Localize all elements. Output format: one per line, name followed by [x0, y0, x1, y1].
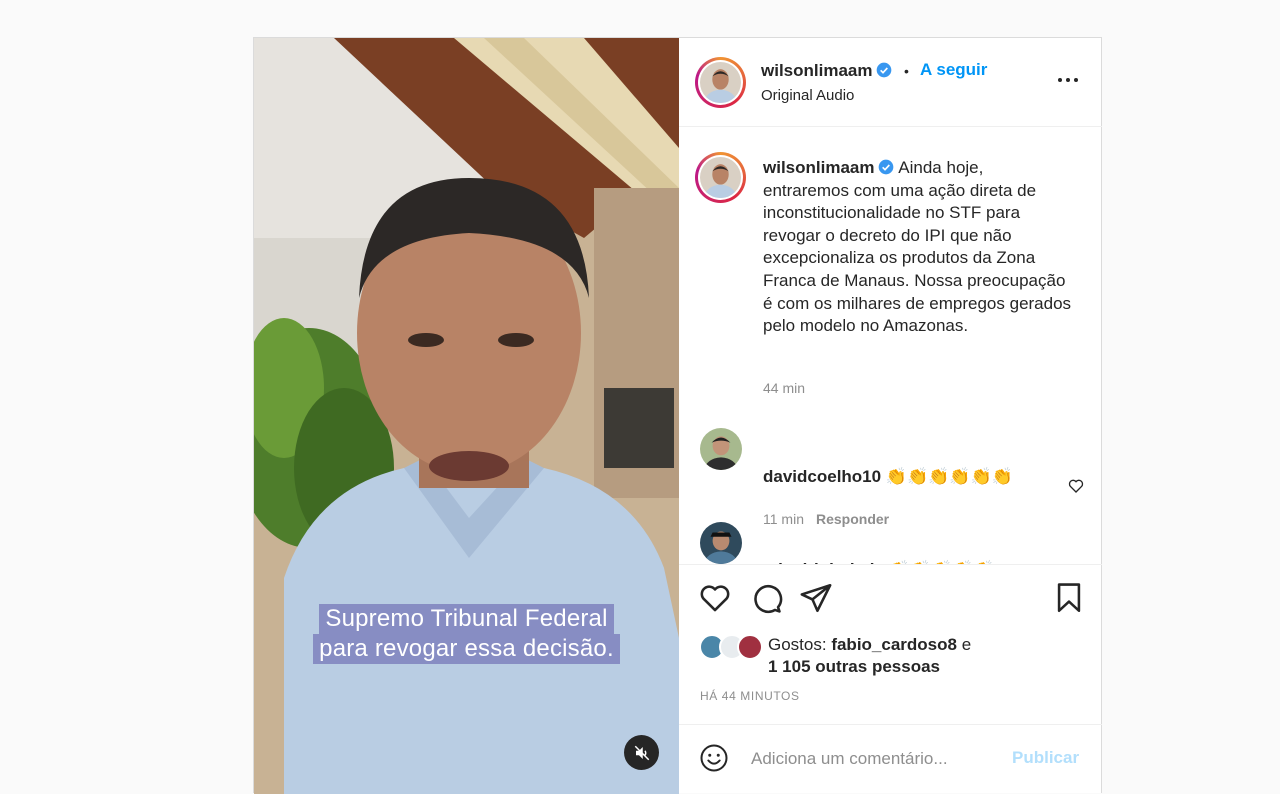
comment-time[interactable]: 11 min [763, 511, 804, 527]
comments-section[interactable]: wilsonlimaam Ainda hoje, entraremos com … [679, 128, 1102, 564]
avatar-image [700, 522, 742, 564]
verified-icon [879, 159, 894, 175]
mute-icon [634, 745, 649, 760]
caption-avatar[interactable] [695, 152, 746, 203]
author-username-text[interactable]: wilsonlimaam [761, 61, 872, 80]
bookmark-icon[interactable] [1052, 581, 1086, 615]
likers-avatars[interactable] [699, 634, 765, 660]
reply-button[interactable]: Responder [816, 511, 889, 527]
author-username[interactable]: wilsonlimaam [761, 61, 892, 81]
caption-time[interactable]: 44 min [763, 380, 805, 396]
likes-prefix: Gostos: [768, 635, 832, 654]
share-icon[interactable] [799, 581, 833, 615]
post-sidebar: wilsonlimaam • A seguir Original Audio w… [679, 38, 1102, 794]
more-options-button[interactable] [1054, 66, 1082, 94]
publish-button[interactable]: Publicar [1012, 748, 1079, 768]
commenter-avatar[interactable] [700, 428, 742, 470]
comment-icon[interactable] [749, 581, 783, 615]
more-icon [1056, 78, 1080, 82]
post-container: Supremo Tribunal Federal para revogar es… [253, 37, 1102, 794]
likes-conj: e [956, 635, 972, 654]
liker-avatar [737, 634, 763, 660]
emoji-icon[interactable] [699, 743, 729, 773]
mute-button[interactable] [624, 735, 659, 770]
avatar-image [700, 157, 741, 198]
subtitle-line-1: Supremo Tribunal Federal [319, 604, 614, 634]
post-actions: Gostos: fabio_cardoso8 e 1 105 outras pe… [679, 564, 1102, 724]
avatar-image [700, 62, 741, 103]
comment-username[interactable]: davidcoelho10 [763, 467, 881, 486]
add-comment-bar: Publicar [679, 724, 1102, 794]
comment-meta: 11 min Responder [763, 511, 889, 527]
post-header: wilsonlimaam • A seguir Original Audio [679, 38, 1102, 127]
post-caption: wilsonlimaam Ainda hoje, entraremos com … [763, 157, 1073, 338]
likes-others[interactable]: 1 105 outras pessoas [768, 657, 940, 676]
comment-like-icon[interactable] [1068, 478, 1084, 494]
liker-username[interactable]: fabio_cardoso8 [831, 635, 957, 654]
post-timestamp[interactable]: HÁ 44 MINUTOS [700, 689, 800, 703]
commenter-avatar[interactable] [700, 522, 742, 564]
video-frame [254, 38, 679, 794]
author-avatar[interactable] [695, 57, 746, 108]
separator-dot: • [904, 63, 909, 79]
avatar-image [700, 428, 742, 470]
caption-text: Ainda hoje, entraremos com uma ação dire… [763, 158, 1072, 336]
video-player[interactable]: Supremo Tribunal Federal para revogar es… [254, 38, 679, 794]
subtitle-line-2: para revogar essa decisão. [313, 634, 620, 664]
audio-link[interactable]: Original Audio [761, 87, 854, 104]
video-subtitle: Supremo Tribunal Federal para revogar es… [254, 604, 679, 664]
comment-body: davidcoelho10 👏👏👏👏👏👏 [763, 467, 1013, 487]
like-icon[interactable] [698, 581, 732, 615]
comment-input[interactable] [751, 747, 991, 771]
likes-summary: Gostos: fabio_cardoso8 e 1 105 outras pe… [768, 634, 1068, 678]
comment-text: 👏👏👏👏👏👏 [885, 467, 1013, 486]
follow-button[interactable]: A seguir [920, 60, 987, 80]
verified-icon [877, 62, 892, 78]
caption-username[interactable]: wilsonlimaam [763, 158, 874, 177]
